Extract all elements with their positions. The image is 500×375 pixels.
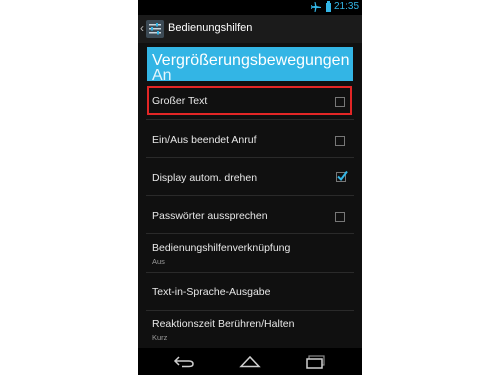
battery-icon bbox=[326, 1, 331, 12]
list-item-ein-aus-beendet-anruf[interactable]: Ein/Aus beendet Anruf bbox=[138, 120, 362, 158]
highlight-frame bbox=[147, 86, 352, 115]
list-item-passwoerter-aussprechen[interactable]: Passwörter aussprechen bbox=[138, 196, 362, 234]
list-item-summary: Aus bbox=[152, 257, 165, 266]
list-item-text-in-sprache-ausgabe[interactable]: Text-in-Sprache-Ausgabe bbox=[138, 273, 362, 311]
list-item-label: Display autom. drehen bbox=[152, 172, 258, 184]
list-item-label: Reaktionszeit Berühren/Halten bbox=[152, 318, 295, 330]
list-item-label: Passwörter aussprechen bbox=[152, 210, 268, 222]
list-item-label: Bedienungshilfenverknüpfung bbox=[152, 242, 291, 254]
settings-list: Vergrößerungsbewegungen An Großer Text E… bbox=[138, 43, 362, 348]
clock: 21:35 bbox=[334, 1, 360, 12]
checkbox-passwoerter-aussprechen[interactable] bbox=[335, 212, 345, 222]
list-item-label: Vergrößerungsbewegungen bbox=[152, 52, 350, 69]
status-bar: 21:35 bbox=[138, 0, 362, 15]
home-icon[interactable] bbox=[239, 355, 261, 368]
recent-apps-icon[interactable] bbox=[306, 355, 326, 369]
list-item-reaktionszeit[interactable]: Reaktionszeit Berühren/Halten Kurz bbox=[138, 311, 362, 348]
checkbox-ein-aus-beendet-anruf[interactable] bbox=[335, 136, 345, 146]
list-item-bedienungshilfenverknuepfung[interactable]: Bedienungshilfenverknüpfung Aus bbox=[138, 234, 362, 273]
back-icon[interactable] bbox=[173, 355, 195, 368]
list-item-label: Text-in-Sprache-Ausgabe bbox=[152, 286, 271, 298]
airplane-mode-icon bbox=[311, 2, 321, 12]
list-item-display-autom-drehen[interactable]: Display autom. drehen bbox=[138, 158, 362, 196]
list-item-vergroesserungsbewegungen[interactable]: Vergrößerungsbewegungen An bbox=[147, 47, 353, 84]
action-bar: ‹ Bedienungshilfen bbox=[138, 15, 362, 43]
chevron-left-icon[interactable]: ‹ bbox=[140, 21, 144, 35]
page-title: Bedienungshilfen bbox=[168, 22, 253, 34]
settings-icon[interactable] bbox=[146, 20, 164, 38]
list-item-label: Ein/Aus beendet Anruf bbox=[152, 134, 257, 146]
checkbox-display-autom-drehen[interactable] bbox=[335, 170, 348, 183]
list-item-summary: Kurz bbox=[152, 333, 168, 342]
phone-screen: 21:35 ‹ Bedienungshilfen Vergrößerungsbe… bbox=[138, 0, 362, 375]
navigation-bar bbox=[138, 348, 362, 375]
